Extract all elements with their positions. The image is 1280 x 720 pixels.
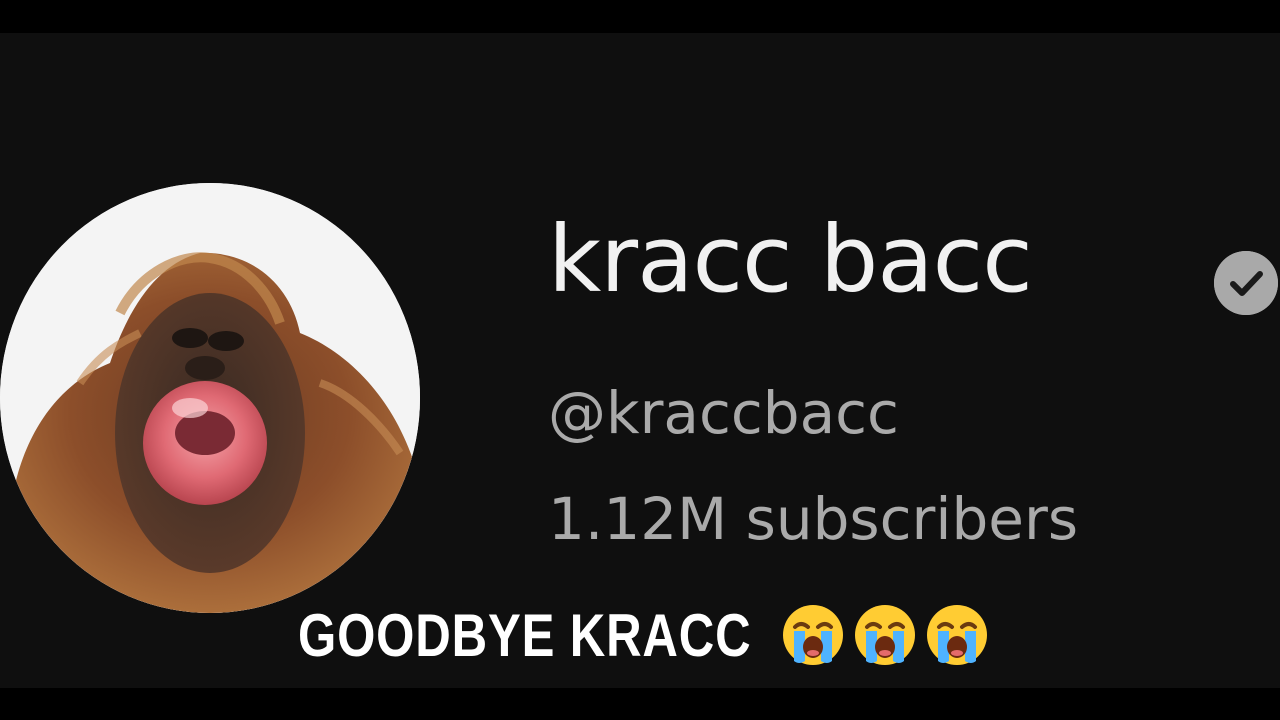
verified-check-icon [1214, 251, 1278, 315]
channel-avatar[interactable] [0, 183, 420, 613]
loudly-crying-face-icon [853, 603, 917, 667]
caption-text: GOODBYE KRACC [298, 601, 752, 669]
caption-overlay: GOODBYE KRACC [298, 600, 989, 670]
subscriber-count: 1.12M subscribers [548, 485, 1079, 553]
letterbox-top [0, 0, 1280, 33]
loudly-crying-face-icon [925, 603, 989, 667]
letterbox-bottom [0, 688, 1280, 720]
channel-handle: @kraccbacc [548, 379, 899, 447]
channel-name[interactable]: kracc bacc [548, 205, 1033, 315]
orangutan-avatar-image [0, 183, 420, 613]
loudly-crying-face-icon [781, 603, 845, 667]
